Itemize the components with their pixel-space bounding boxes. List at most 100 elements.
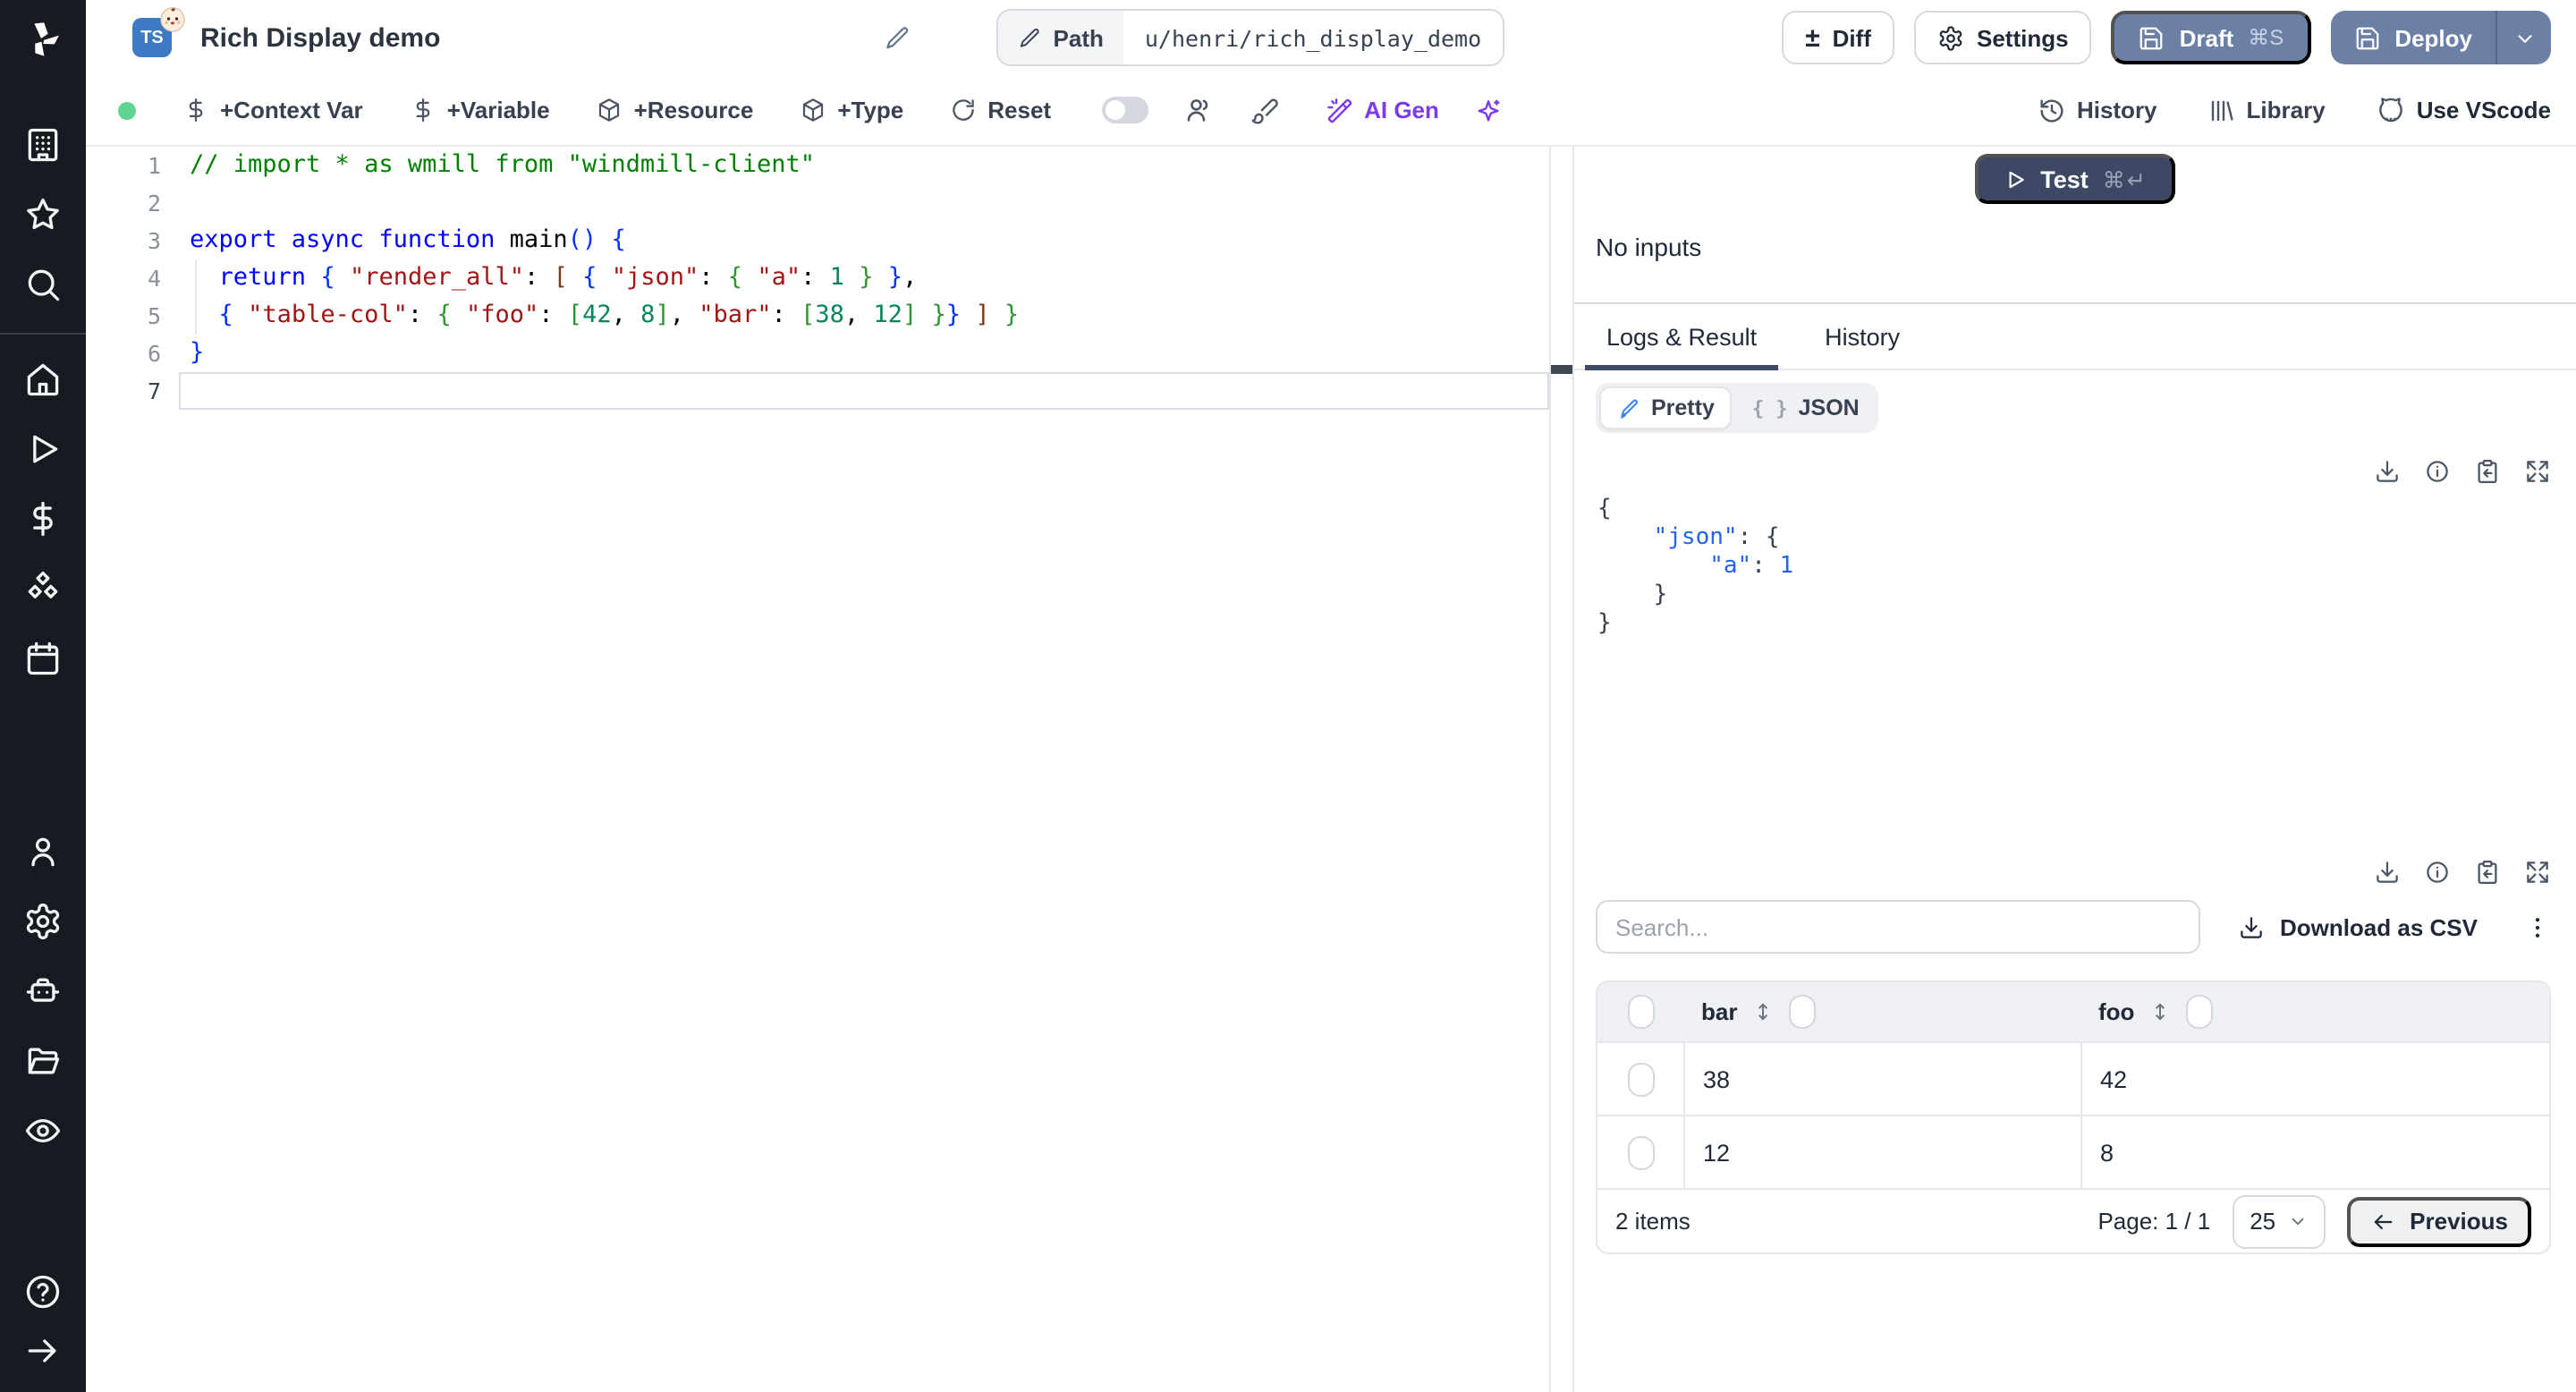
select-all-checkbox[interactable] <box>1627 995 1654 1029</box>
draft-button[interactable]: Draft ⌘S <box>2111 11 2311 64</box>
add-variable-button[interactable]: +Variable <box>410 97 550 123</box>
table-cell: 8 <box>2080 1116 2549 1188</box>
add-type-button[interactable]: +Type <box>800 97 903 123</box>
header-cell-foo: foo <box>2080 982 2549 1041</box>
json-result-line: { <box>1597 496 1612 522</box>
panel-resize-handle[interactable] <box>1551 365 1572 374</box>
home-icon[interactable] <box>23 360 63 399</box>
use-vscode-button[interactable]: Use VScode <box>2376 95 2551 125</box>
clipboard-copy-icon[interactable] <box>2474 859 2501 886</box>
code-line[interactable]: 5 { "table-col": { "foo": [42, 8], "bar"… <box>86 297 1549 335</box>
kebab-menu-icon[interactable] <box>2524 913 2551 940</box>
ai-gen-button[interactable]: AI Gen <box>1325 96 1439 124</box>
users-icon[interactable] <box>1183 95 1214 125</box>
line-number: 7 <box>147 378 161 404</box>
row-checkbox[interactable] <box>1627 1135 1654 1169</box>
download-icon[interactable] <box>2374 859 2401 886</box>
eye-icon[interactable] <box>23 1110 63 1150</box>
test-button[interactable]: Test ⌘↵ <box>1974 154 2176 204</box>
settings-button[interactable]: Settings <box>1914 11 2092 64</box>
code-line[interactable]: 1 // import * as wmill from "windmill-cli… <box>86 147 1549 184</box>
previous-label: Previous <box>2410 1208 2508 1235</box>
windmill-logo-icon[interactable] <box>21 18 64 61</box>
tab-logs-result[interactable]: Logs & Result <box>1584 304 1779 370</box>
add-resource-button[interactable]: +Resource <box>597 97 753 123</box>
pretty-toggle-button[interactable]: Pretty <box>1599 386 1733 429</box>
code-line[interactable]: 2 <box>86 184 1549 222</box>
line-number: 3 <box>147 227 161 254</box>
user-icon[interactable] <box>23 831 63 870</box>
folder-icon[interactable] <box>23 1040 63 1080</box>
line-number: 4 <box>147 265 161 292</box>
expand-icon[interactable] <box>2524 859 2551 886</box>
script-path-field[interactable]: Path u/henri/rich_display_demo <box>996 9 1505 66</box>
add-variable-label: +Variable <box>446 97 550 123</box>
previous-page-button[interactable]: Previous <box>2347 1196 2531 1246</box>
reset-button[interactable]: Reset <box>950 97 1051 123</box>
history-button[interactable]: History <box>2038 96 2157 124</box>
play-icon[interactable] <box>23 429 63 469</box>
editor-toolbar: +Context Var +Variable +Resource +Type R… <box>86 75 2576 147</box>
gear-icon[interactable] <box>23 901 63 940</box>
code-line[interactable]: 6} <box>86 335 1549 372</box>
library-button[interactable]: Library <box>2207 96 2326 124</box>
info-icon[interactable] <box>2424 458 2451 485</box>
add-context-var-label: +Context Var <box>220 97 363 123</box>
table-cell: 42 <box>2080 1043 2549 1115</box>
deploy-dropdown-button[interactable] <box>2497 11 2551 64</box>
diff-button[interactable]: ± Diff <box>1782 11 1894 64</box>
left-sidebar <box>0 0 86 1392</box>
table-row[interactable]: 12 8 <box>1597 1115 2549 1188</box>
tab-history[interactable]: History <box>1814 304 1911 369</box>
page-size-select[interactable]: 25 <box>2232 1194 2326 1248</box>
test-label: Test <box>2040 166 2089 192</box>
robot-icon[interactable] <box>23 971 63 1010</box>
add-context-var-button[interactable]: +Context Var <box>182 97 363 123</box>
save-icon <box>2353 24 2380 51</box>
table-toolbar: Download as CSV <box>1596 900 2551 954</box>
cubes-icon[interactable] <box>23 569 63 608</box>
json-label: JSON <box>1798 395 1860 420</box>
info-icon[interactable] <box>2424 859 2451 886</box>
arrow-right-icon[interactable] <box>23 1331 63 1371</box>
page-label: Page: 1 / 1 <box>2097 1208 2211 1235</box>
column-toggle-checkbox[interactable] <box>2186 995 2214 1029</box>
play-icon <box>2003 167 2026 191</box>
sparkles-icon[interactable] <box>1475 96 1504 124</box>
table-cell: 12 <box>1683 1116 2080 1188</box>
download-csv-button[interactable]: Download as CSV <box>2239 913 2478 940</box>
calendar-icon[interactable] <box>23 639 63 678</box>
pretty-label: Pretty <box>1651 395 1715 420</box>
deploy-button[interactable]: Deploy <box>2330 11 2496 64</box>
sort-icon[interactable] <box>2148 1000 2172 1023</box>
dollar-icon[interactable] <box>23 499 63 539</box>
building-icon[interactable] <box>23 125 63 165</box>
library-label: Library <box>2246 97 2326 123</box>
star-icon[interactable] <box>23 195 63 234</box>
code-line[interactable]: 3 export async function main() { <box>86 222 1549 259</box>
sidebar-divider <box>0 333 86 335</box>
code-text: } <box>190 338 205 367</box>
code-line[interactable]: 7 <box>86 372 1549 410</box>
column-toggle-checkbox[interactable] <box>1789 995 1817 1029</box>
code-line[interactable]: 4 return { "render_all": [ { "json": { "… <box>86 259 1549 297</box>
download-icon[interactable] <box>2374 458 2401 485</box>
json-toggle-button[interactable]: { } JSON <box>1736 388 1876 428</box>
format-brush-icon[interactable] <box>1250 96 1278 124</box>
run-result-panel: Test ⌘↵ No inputs Logs & Result History … <box>1574 147 2576 1392</box>
test-shortcut: ⌘↵ <box>2102 167 2148 192</box>
expand-icon[interactable] <box>2524 458 2551 485</box>
code-editor[interactable]: 1 // import * as wmill from "windmill-cli… <box>86 147 1549 1392</box>
clipboard-copy-icon[interactable] <box>2474 458 2501 485</box>
edit-title-pencil-icon[interactable] <box>884 24 911 51</box>
row-checkbox[interactable] <box>1627 1062 1654 1096</box>
braces-icon: { } <box>1751 396 1788 420</box>
path-value: u/henri/rich_display_demo <box>1123 11 1504 64</box>
search-input[interactable] <box>1596 900 2200 954</box>
assistant-toggle[interactable] <box>1101 97 1148 123</box>
search-icon[interactable] <box>23 265 63 304</box>
help-icon[interactable] <box>23 1272 63 1311</box>
table-row[interactable]: 38 42 <box>1597 1041 2549 1115</box>
panel-divider <box>1549 147 1574 1392</box>
sort-icon[interactable] <box>1751 1000 1775 1023</box>
